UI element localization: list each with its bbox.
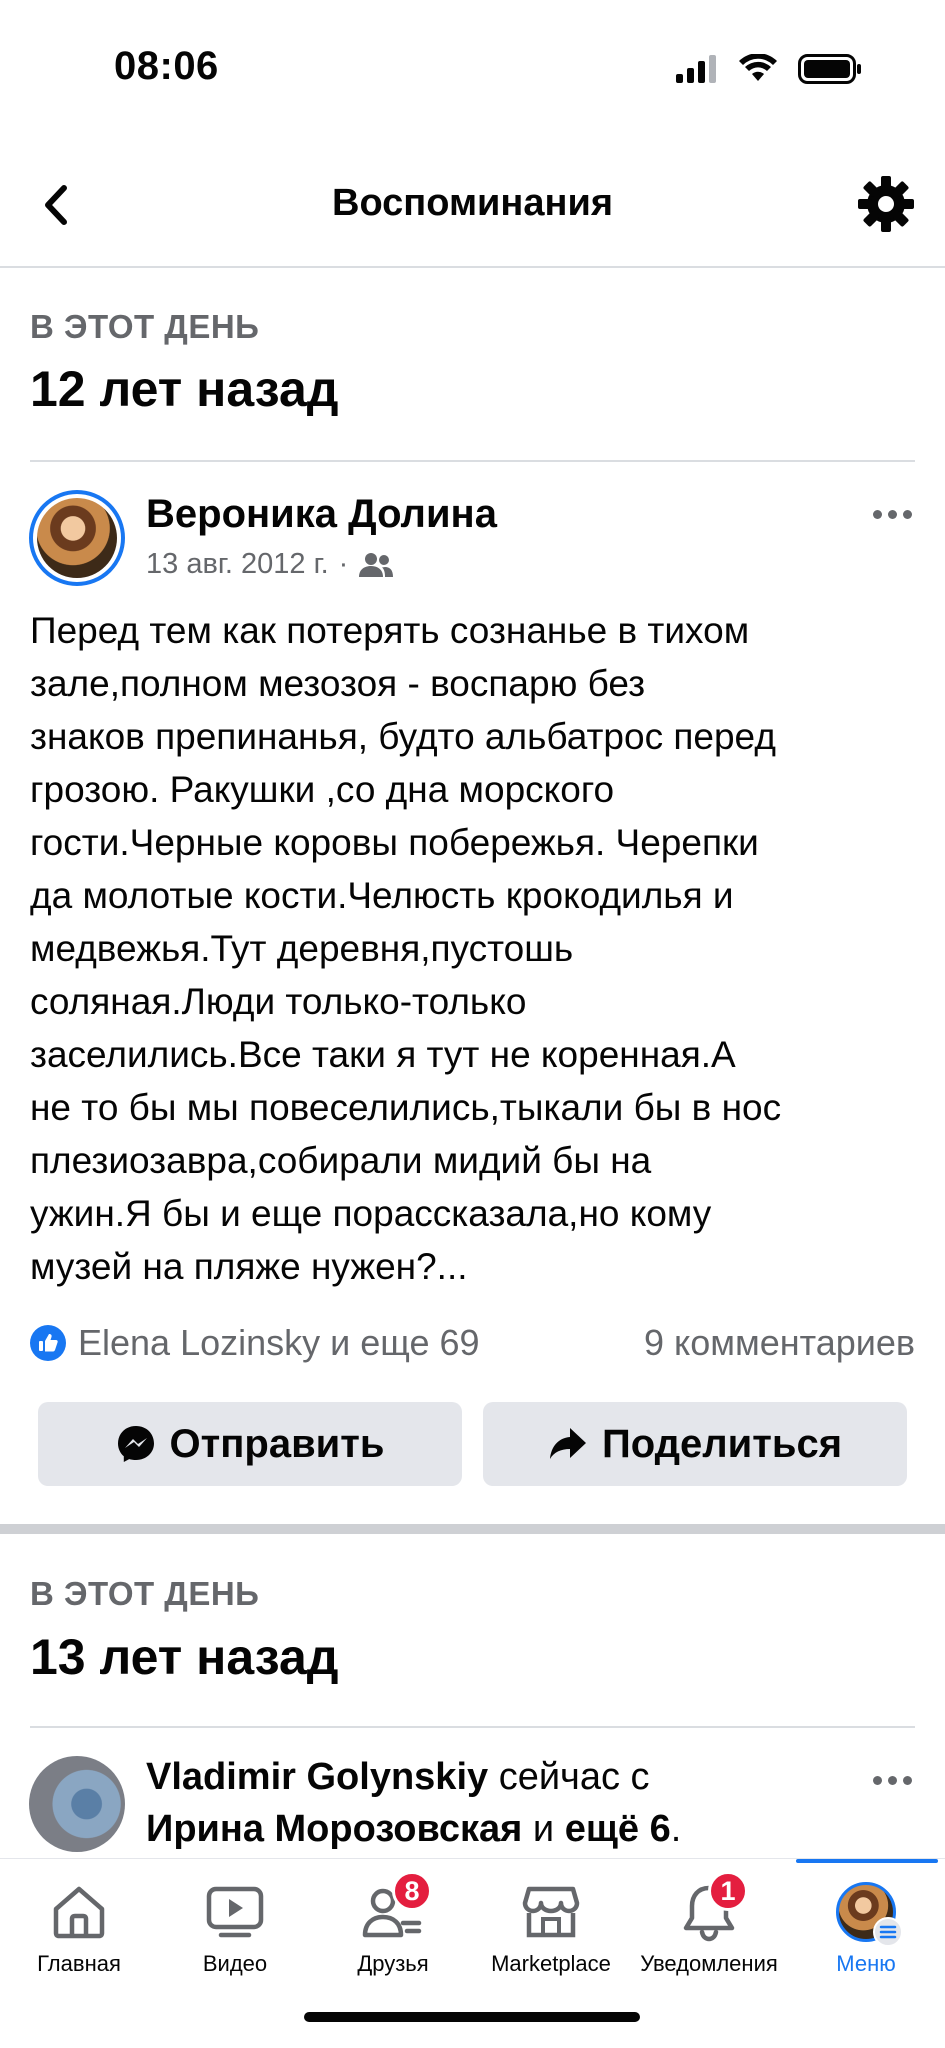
header: Воспоминания xyxy=(0,140,945,268)
tab-marketplace[interactable]: Marketplace xyxy=(472,1879,630,1989)
menu-avatar xyxy=(836,1882,903,1947)
more-dot xyxy=(872,509,882,519)
status-icons xyxy=(676,52,862,86)
tab-menu[interactable]: Меню xyxy=(787,1879,945,1989)
send-button[interactable]: Отправить xyxy=(38,1402,462,1486)
page-title: Воспоминания xyxy=(332,182,613,224)
bell-icon: 1 xyxy=(674,1871,748,1945)
meta-separator: · xyxy=(338,548,349,580)
post-header-line-1: Vladimir Golynskiy сейчас с xyxy=(146,1756,650,1799)
tab-label: Видео xyxy=(202,1951,268,1976)
reactions-bar: Elena Lozinsky и еще 69 9 комментариев xyxy=(30,1318,915,1368)
avatar-image xyxy=(37,498,117,578)
post-author[interactable]: Vladimir Golynskiy xyxy=(146,1756,488,1798)
more-dot xyxy=(872,1775,882,1785)
tab-label: Главная xyxy=(37,1951,121,1976)
period: . xyxy=(670,1808,682,1850)
status-time: 08:06 xyxy=(114,44,219,88)
memory-kicker: В ЭТОТ ДЕНЬ xyxy=(30,308,260,345)
active-tab-indicator xyxy=(796,1859,938,1863)
and-text: и xyxy=(522,1808,565,1850)
post-options-button[interactable] xyxy=(868,504,916,524)
post-header-line-2: Ирина Морозовская и ещё 6. xyxy=(146,1808,681,1851)
wifi-icon xyxy=(739,54,777,81)
tab-video[interactable]: Видео xyxy=(156,1879,314,1989)
reactions-summary[interactable]: Elena Lozinsky и еще 69 xyxy=(78,1322,480,1364)
home-icon xyxy=(44,1879,114,1945)
status-bar: 08:06 xyxy=(0,0,945,140)
post-date[interactable]: 13 авг. 2012 г. xyxy=(146,548,329,581)
tab-label: Друзья xyxy=(357,1951,429,1976)
settings-button[interactable] xyxy=(856,174,916,234)
thumbs-up-icon xyxy=(39,1334,58,1352)
tab-notifications[interactable]: 1 Уведомления xyxy=(630,1871,788,1989)
tab-home[interactable]: Главная xyxy=(0,1879,158,1989)
notifications-badge: 1 xyxy=(708,1871,748,1911)
others-link[interactable]: ещё 6 xyxy=(565,1808,671,1850)
battery-icon xyxy=(798,54,861,84)
friends-audience-icon xyxy=(359,552,394,577)
tab-label: Меню xyxy=(836,1951,896,1976)
post-author[interactable]: Вероника Долина xyxy=(146,492,497,537)
share-arrow-icon xyxy=(549,1428,586,1459)
friends-badge: 8 xyxy=(392,1871,432,1911)
more-dot xyxy=(902,1775,912,1785)
tab-label: Уведомления xyxy=(640,1951,778,1976)
post-options-button[interactable] xyxy=(868,1770,916,1790)
hamburger-icon xyxy=(873,1917,903,1947)
tab-label: Marketplace xyxy=(491,1951,611,1976)
memory-kicker: В ЭТОТ ДЕНЬ xyxy=(30,1575,260,1612)
messenger-icon xyxy=(117,1426,154,1462)
with-text: сейчас с xyxy=(488,1756,650,1798)
home-indicator xyxy=(304,2012,640,2022)
share-button[interactable]: Поделиться xyxy=(483,1402,907,1486)
author-avatar[interactable] xyxy=(29,490,125,586)
marketplace-icon xyxy=(516,1879,586,1945)
divider xyxy=(30,460,915,462)
more-dot xyxy=(902,509,912,519)
more-dot xyxy=(887,1775,897,1785)
more-dot xyxy=(887,509,897,519)
memory-years-ago: 13 лет назад xyxy=(30,1629,339,1685)
memory-years-ago: 12 лет назад xyxy=(30,361,339,417)
share-label: Поделиться xyxy=(601,1421,843,1466)
friends-icon: 8 xyxy=(358,1871,432,1945)
author-avatar[interactable] xyxy=(29,1756,125,1852)
tab-friends[interactable]: 8 Друзья xyxy=(314,1871,472,1989)
video-icon xyxy=(200,1879,270,1945)
like-reaction-icon xyxy=(30,1325,66,1361)
post-meta: 13 авг. 2012 г. · xyxy=(146,548,394,581)
cellular-signal-icon xyxy=(676,55,716,83)
divider xyxy=(30,1726,915,1728)
post-text: Перед тем как потерять сознанье в тихом … xyxy=(30,610,782,1287)
tagged-person[interactable]: Ирина Морозовская xyxy=(146,1808,522,1850)
menu-tab-icon xyxy=(831,1879,903,1947)
section-separator xyxy=(0,1524,945,1534)
send-label: Отправить xyxy=(169,1421,385,1466)
gear-icon xyxy=(858,176,914,232)
comments-count[interactable]: 9 комментариев xyxy=(644,1322,915,1364)
